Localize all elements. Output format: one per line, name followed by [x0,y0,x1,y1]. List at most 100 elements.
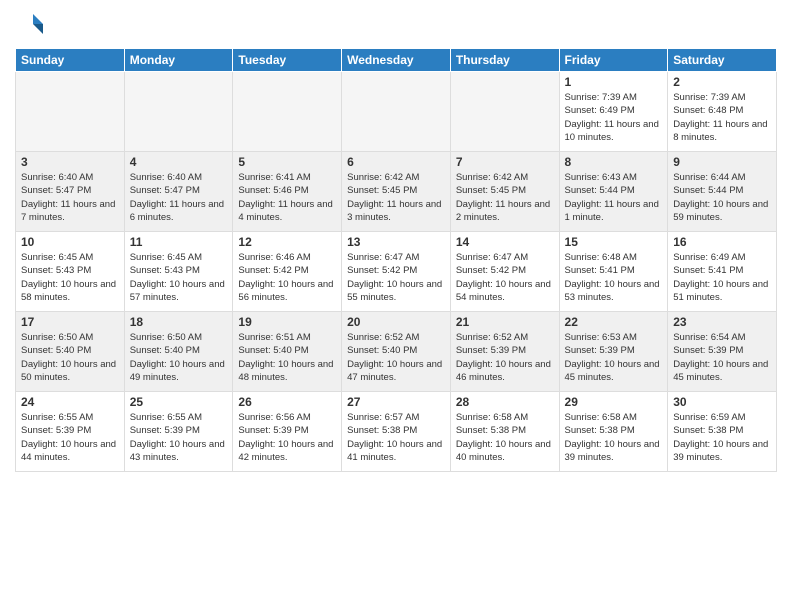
day-info: Sunrise: 6:53 AM Sunset: 5:39 PM Dayligh… [565,331,663,384]
day-info: Sunrise: 6:44 AM Sunset: 5:44 PM Dayligh… [673,171,771,224]
calendar-cell: 20 Sunrise: 6:52 AM Sunset: 5:40 PM Dayli… [342,312,451,392]
calendar-cell [124,72,233,152]
weekday-header: Monday [124,49,233,72]
day-number: 23 [673,315,771,329]
day-number: 20 [347,315,445,329]
calendar-week-row: 1 Sunrise: 7:39 AM Sunset: 6:49 PM Daylig… [16,72,777,152]
day-info: Sunrise: 6:56 AM Sunset: 5:39 PM Dayligh… [238,411,336,464]
day-info: Sunrise: 6:59 AM Sunset: 5:38 PM Dayligh… [673,411,771,464]
calendar-cell [450,72,559,152]
weekday-header: Tuesday [233,49,342,72]
calendar-cell [233,72,342,152]
day-number: 30 [673,395,771,409]
day-number: 5 [238,155,336,169]
calendar-cell: 27 Sunrise: 6:57 AM Sunset: 5:38 PM Dayli… [342,392,451,472]
day-info: Sunrise: 6:49 AM Sunset: 5:41 PM Dayligh… [673,251,771,304]
calendar-cell: 26 Sunrise: 6:56 AM Sunset: 5:39 PM Dayli… [233,392,342,472]
day-number: 29 [565,395,663,409]
day-info: Sunrise: 6:55 AM Sunset: 5:39 PM Dayligh… [21,411,119,464]
day-number: 9 [673,155,771,169]
day-number: 19 [238,315,336,329]
calendar-week-row: 17 Sunrise: 6:50 AM Sunset: 5:40 PM Dayli… [16,312,777,392]
day-number: 1 [565,75,663,89]
day-info: Sunrise: 6:47 AM Sunset: 5:42 PM Dayligh… [456,251,554,304]
day-info: Sunrise: 6:47 AM Sunset: 5:42 PM Dayligh… [347,251,445,304]
day-number: 24 [21,395,119,409]
calendar: SundayMondayTuesdayWednesdayThursdayFrid… [15,48,777,472]
day-number: 6 [347,155,445,169]
calendar-cell: 11 Sunrise: 6:45 AM Sunset: 5:43 PM Dayli… [124,232,233,312]
day-info: Sunrise: 6:42 AM Sunset: 5:45 PM Dayligh… [347,171,445,224]
calendar-cell: 1 Sunrise: 7:39 AM Sunset: 6:49 PM Daylig… [559,72,668,152]
day-info: Sunrise: 6:45 AM Sunset: 5:43 PM Dayligh… [130,251,228,304]
day-number: 10 [21,235,119,249]
day-info: Sunrise: 6:58 AM Sunset: 5:38 PM Dayligh… [565,411,663,464]
day-info: Sunrise: 6:48 AM Sunset: 5:41 PM Dayligh… [565,251,663,304]
day-number: 11 [130,235,228,249]
calendar-cell: 7 Sunrise: 6:42 AM Sunset: 5:45 PM Daylig… [450,152,559,232]
day-number: 14 [456,235,554,249]
weekday-header: Sunday [16,49,125,72]
day-info: Sunrise: 6:58 AM Sunset: 5:38 PM Dayligh… [456,411,554,464]
calendar-week-row: 3 Sunrise: 6:40 AM Sunset: 5:47 PM Daylig… [16,152,777,232]
day-number: 3 [21,155,119,169]
day-number: 8 [565,155,663,169]
day-info: Sunrise: 6:40 AM Sunset: 5:47 PM Dayligh… [21,171,119,224]
day-info: Sunrise: 6:50 AM Sunset: 5:40 PM Dayligh… [21,331,119,384]
calendar-cell: 19Sunrise: 6:51 AM Sunset: 5:40 PM Dayli… [233,312,342,392]
page: SundayMondayTuesdayWednesdayThursdayFrid… [0,0,792,612]
weekday-header: Thursday [450,49,559,72]
calendar-cell: 5Sunrise: 6:41 AM Sunset: 5:46 PM Daylig… [233,152,342,232]
day-number: 16 [673,235,771,249]
calendar-cell: 28 Sunrise: 6:58 AM Sunset: 5:38 PM Dayli… [450,392,559,472]
day-info: Sunrise: 6:57 AM Sunset: 5:38 PM Dayligh… [347,411,445,464]
calendar-cell: 9 Sunrise: 6:44 AM Sunset: 5:44 PM Daylig… [668,152,777,232]
day-info: Sunrise: 6:45 AM Sunset: 5:43 PM Dayligh… [21,251,119,304]
calendar-cell: 25 Sunrise: 6:55 AM Sunset: 5:39 PM Dayli… [124,392,233,472]
day-info: Sunrise: 6:54 AM Sunset: 5:39 PM Dayligh… [673,331,771,384]
weekday-header: Friday [559,49,668,72]
day-number: 2 [673,75,771,89]
day-info: Sunrise: 6:52 AM Sunset: 5:39 PM Dayligh… [456,331,554,384]
calendar-cell: 2 Sunrise: 7:39 AM Sunset: 6:48 PM Daylig… [668,72,777,152]
day-info: Sunrise: 6:42 AM Sunset: 5:45 PM Dayligh… [456,171,554,224]
calendar-cell: 30 Sunrise: 6:59 AM Sunset: 5:38 PM Dayli… [668,392,777,472]
day-number: 18 [130,315,228,329]
day-number: 12 [238,235,336,249]
day-number: 28 [456,395,554,409]
calendar-cell [342,72,451,152]
day-info: Sunrise: 7:39 AM Sunset: 6:48 PM Dayligh… [673,91,771,144]
weekday-header: Saturday [668,49,777,72]
day-info: Sunrise: 6:50 AM Sunset: 5:40 PM Dayligh… [130,331,228,384]
day-number: 27 [347,395,445,409]
day-info: Sunrise: 6:52 AM Sunset: 5:40 PM Dayligh… [347,331,445,384]
calendar-cell: 13 Sunrise: 6:47 AM Sunset: 5:42 PM Dayli… [342,232,451,312]
day-number: 13 [347,235,445,249]
calendar-cell: 3 Sunrise: 6:40 AM Sunset: 5:47 PM Daylig… [16,152,125,232]
calendar-cell: 21Sunrise: 6:52 AM Sunset: 5:39 PM Dayli… [450,312,559,392]
calendar-cell: 17 Sunrise: 6:50 AM Sunset: 5:40 PM Dayli… [16,312,125,392]
calendar-cell: 10 Sunrise: 6:45 AM Sunset: 5:43 PM Dayli… [16,232,125,312]
day-number: 26 [238,395,336,409]
calendar-cell: 23 Sunrise: 6:54 AM Sunset: 5:39 PM Dayli… [668,312,777,392]
weekday-header: Wednesday [342,49,451,72]
logo [15,10,49,40]
calendar-cell: 12Sunrise: 6:46 AM Sunset: 5:42 PM Dayli… [233,232,342,312]
calendar-week-row: 10 Sunrise: 6:45 AM Sunset: 5:43 PM Dayli… [16,232,777,312]
day-number: 4 [130,155,228,169]
day-number: 17 [21,315,119,329]
calendar-cell: 8Sunrise: 6:43 AM Sunset: 5:44 PM Daylig… [559,152,668,232]
calendar-cell: 4Sunrise: 6:40 AM Sunset: 5:47 PM Daylig… [124,152,233,232]
calendar-cell: 15 Sunrise: 6:48 AM Sunset: 5:41 PM Dayli… [559,232,668,312]
calendar-header-row: SundayMondayTuesdayWednesdayThursdayFrid… [16,49,777,72]
header [15,10,777,40]
day-number: 15 [565,235,663,249]
day-info: Sunrise: 6:55 AM Sunset: 5:39 PM Dayligh… [130,411,228,464]
day-number: 7 [456,155,554,169]
logo-icon [15,10,45,40]
day-number: 25 [130,395,228,409]
calendar-cell: 6 Sunrise: 6:42 AM Sunset: 5:45 PM Daylig… [342,152,451,232]
day-info: Sunrise: 7:39 AM Sunset: 6:49 PM Dayligh… [565,91,663,144]
calendar-cell: 24 Sunrise: 6:55 AM Sunset: 5:39 PM Dayli… [16,392,125,472]
calendar-cell: 18 Sunrise: 6:50 AM Sunset: 5:40 PM Dayli… [124,312,233,392]
